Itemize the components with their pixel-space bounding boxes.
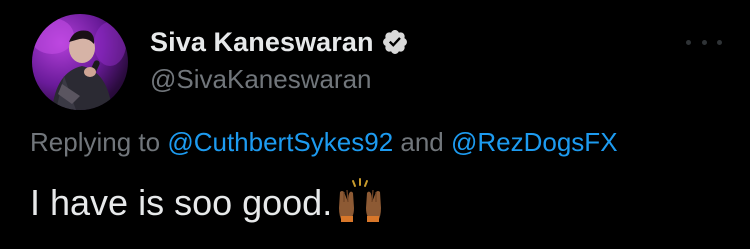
tweet-card: Siva Kaneswaran @SivaKaneswaran Replying… [0,0,750,249]
more-options-button[interactable] [686,32,722,52]
more-options-icon [717,39,722,45]
display-name[interactable]: Siva Kaneswaran [150,27,374,58]
replying-to-line: Replying to @CuthbertSykes92 and @RezDog… [30,127,618,158]
raising-hands-icon [336,178,384,222]
author-block: Siva Kaneswaran @SivaKaneswaran [150,24,409,95]
tweet-text: I have is soo good. [30,178,384,224]
replying-conjunction: and [393,127,451,157]
avatar[interactable] [32,14,128,110]
more-options-icon [701,39,707,45]
replying-prefix: Replying to [30,127,168,157]
verified-badge-icon [381,28,409,56]
mention-link-cuthbertsykes92[interactable]: @CuthbertSykes92 [167,127,393,157]
mention-link-rezdogsfx[interactable]: @RezDogsFX [451,127,618,157]
avatar-image [32,18,126,110]
more-options-icon [686,39,691,45]
tweet-body: I have is soo good. [30,182,333,223]
user-handle[interactable]: @SivaKaneswaran [150,64,409,95]
display-name-row: Siva Kaneswaran [150,24,409,60]
